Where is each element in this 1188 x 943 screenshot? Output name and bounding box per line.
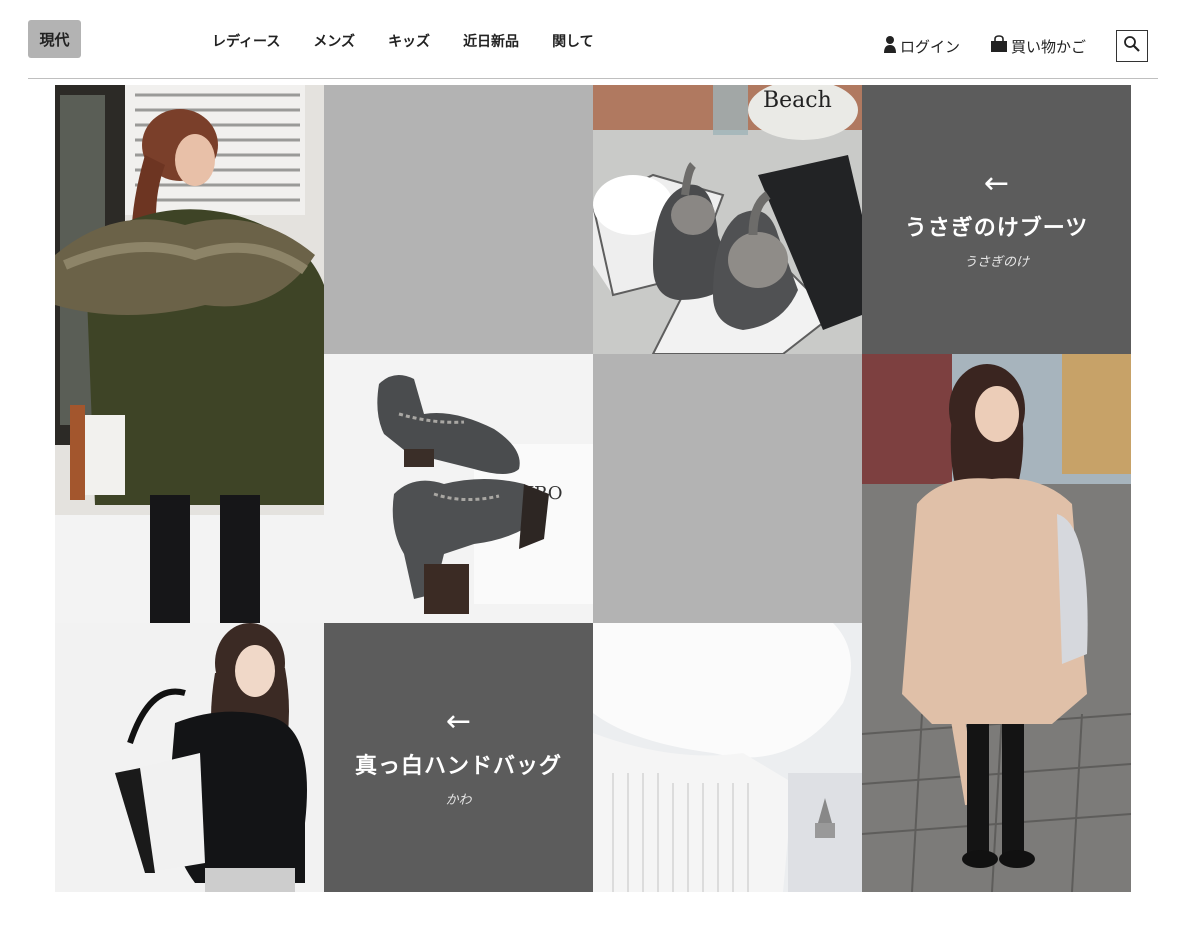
- bucket-label: Beach: [763, 88, 832, 113]
- black-sweater-image: [55, 623, 324, 892]
- search-button[interactable]: [1116, 30, 1148, 62]
- header-divider: [28, 78, 1158, 79]
- cart-label: 買い物かご: [1011, 37, 1087, 56]
- promo-title: うさぎのけブーツ: [904, 215, 1089, 241]
- left-arrow-icon: ←: [445, 704, 472, 739]
- nav-item-kids[interactable]: キッズ: [388, 31, 430, 51]
- tile-placeholder-2: [593, 354, 862, 623]
- nav-item-new-arrivals[interactable]: 近日新品: [463, 31, 519, 51]
- nav-item-ladies[interactable]: レディース: [212, 31, 280, 51]
- shopping-bag-icon: [990, 35, 1011, 57]
- main-nav: レディース メンズ キッズ 近日新品 関して: [212, 31, 627, 51]
- login-label: ログイン: [900, 37, 961, 56]
- user-icon: [883, 35, 900, 57]
- left-arrow-icon: ←: [983, 166, 1010, 201]
- search-icon: [1123, 35, 1141, 57]
- promo-title: 真っ白ハンドバッグ: [354, 753, 562, 779]
- cart-link[interactable]: 買い物かご: [990, 35, 1086, 57]
- tile-ankle-boots-photo[interactable]: URO: [324, 354, 593, 623]
- tile-beige-coat-photo[interactable]: [862, 354, 1131, 892]
- nav-item-mens[interactable]: メンズ: [313, 31, 355, 51]
- promo-subtitle: うさぎのけ: [963, 255, 1029, 270]
- tile-black-sweater-photo[interactable]: [55, 623, 324, 892]
- login-link[interactable]: ログイン: [883, 35, 960, 57]
- rabbit-fur-boots-image: Beach: [593, 85, 862, 354]
- promo-tile-white-handbag[interactable]: ← 真っ白ハンドバッグ かわ: [324, 623, 593, 892]
- promo-subtitle: かわ: [445, 793, 472, 808]
- white-knit-image: [593, 623, 862, 892]
- beige-coat-image: [862, 354, 1131, 892]
- tile-placeholder-1: [324, 85, 593, 354]
- ankle-boots-image: URO: [324, 354, 593, 623]
- tile-rabbit-fur-boots-photo[interactable]: Beach: [593, 85, 862, 354]
- fur-hood-jacket-image: [55, 85, 324, 623]
- product-grid: Beach ← うさぎのけブーツ うさぎのけ URO: [55, 85, 1131, 892]
- site-header: 現代 レディース メンズ キッズ 近日新品 関して ログイン 買い物かご: [0, 0, 1188, 80]
- site-logo[interactable]: 現代: [28, 20, 81, 58]
- tile-fur-hood-jacket-photo[interactable]: [55, 85, 324, 623]
- nav-item-about[interactable]: 関して: [552, 31, 594, 51]
- promo-tile-rabbit-boots[interactable]: ← うさぎのけブーツ うさぎのけ: [862, 85, 1131, 354]
- tile-white-knit-photo[interactable]: [593, 623, 862, 892]
